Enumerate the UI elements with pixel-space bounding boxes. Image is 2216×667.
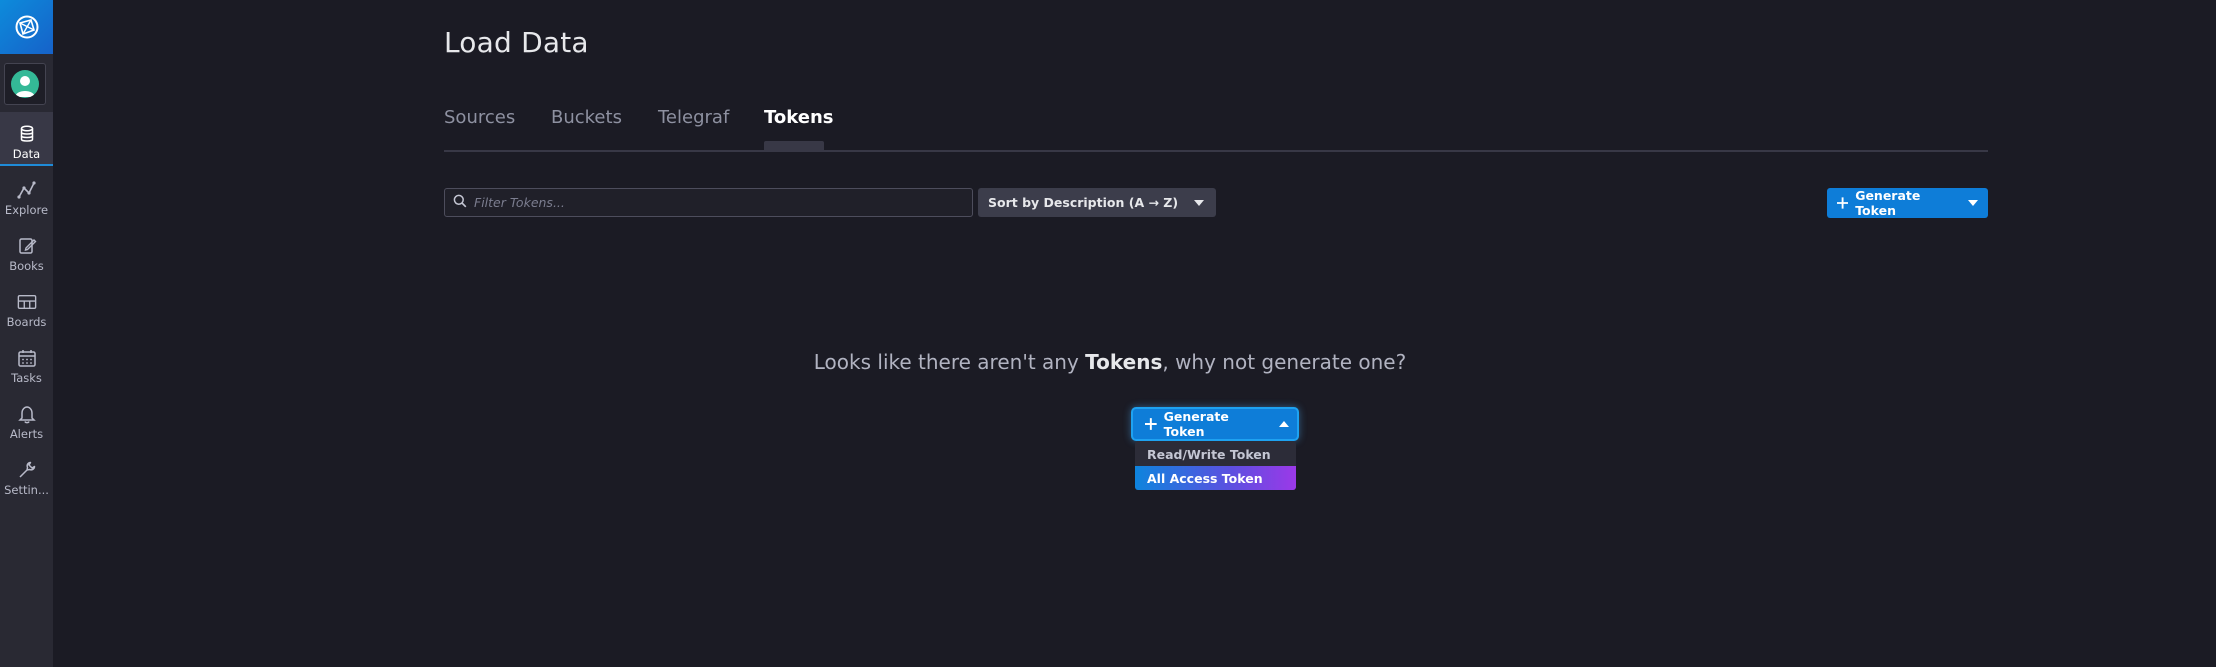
- filter-tokens-input[interactable]: [474, 195, 972, 210]
- tab-sources[interactable]: Sources: [444, 107, 515, 128]
- bell-icon: [17, 404, 37, 424]
- wrench-icon: [17, 460, 37, 480]
- influx-logo[interactable]: [0, 0, 53, 54]
- generate-token-button[interactable]: Generate Token: [1827, 188, 1988, 218]
- menu-item-all-access-token[interactable]: All Access Token: [1135, 466, 1296, 490]
- plus-icon: [1145, 418, 1157, 430]
- generate-token-menu: Read/Write Token All Access Token: [1135, 441, 1296, 490]
- user-icon: [15, 76, 35, 97]
- user-avatar-button[interactable]: [4, 63, 46, 105]
- empty-state-generate-caret[interactable]: [1271, 409, 1297, 439]
- filter-tokens-field[interactable]: [444, 188, 973, 217]
- empty-state-prefix: Looks like there aren't any: [813, 350, 1086, 374]
- caret-down-icon: [1968, 200, 1978, 206]
- empty-state-generate-label: Generate Token: [1163, 409, 1229, 439]
- generate-token-main[interactable]: Generate Token: [1827, 188, 1958, 218]
- empty-state-generate-main[interactable]: Generate Token: [1133, 409, 1271, 439]
- plus-icon: [1837, 197, 1849, 209]
- sort-dropdown[interactable]: Sort by Description (A → Z): [978, 188, 1216, 217]
- sidebar-item-settings[interactable]: Settin...: [0, 448, 53, 502]
- empty-state-suffix: , why not generate one?: [1162, 350, 1407, 374]
- generate-token-caret[interactable]: [1958, 188, 1988, 218]
- sidebar-item-label: Books: [9, 259, 44, 273]
- graph-icon: [16, 180, 37, 200]
- sidebar-item-books[interactable]: Books: [0, 224, 53, 278]
- active-tab-indicator: [764, 141, 824, 150]
- tab-bar: Sources Buckets Telegraf Tokens: [444, 104, 1988, 152]
- caret-down-icon: [1194, 199, 1204, 206]
- database-icon: [17, 124, 37, 144]
- menu-item-read-write-token[interactable]: Read/Write Token: [1135, 442, 1296, 466]
- generate-token-label: Generate Token: [1855, 188, 1921, 218]
- sidebar-item-explore[interactable]: Explore: [0, 168, 53, 222]
- sidebar-item-label: Alerts: [9, 427, 44, 441]
- empty-state-emphasis: Tokens: [1085, 350, 1163, 374]
- sort-dropdown-label: Sort by Description (A → Z): [988, 195, 1179, 210]
- caret-up-icon: [1279, 421, 1289, 427]
- dashboard-icon: [17, 292, 37, 312]
- sidebar-item-data[interactable]: Data: [0, 112, 53, 166]
- influx-logo-icon: [15, 15, 38, 39]
- sidebar-item-boards[interactable]: Boards: [0, 280, 53, 334]
- tab-buckets[interactable]: Buckets: [551, 107, 622, 128]
- tab-tokens[interactable]: Tokens: [764, 107, 833, 128]
- avatar: [11, 70, 39, 98]
- sidebar-item-label: Explore: [4, 203, 49, 217]
- tab-telegraf[interactable]: Telegraf: [658, 107, 729, 128]
- sidebar-item-label: Data: [12, 147, 41, 161]
- sidebar: Data Explore Books Boards Tasks Alerts S…: [0, 0, 53, 667]
- empty-state-message: Looks like there aren't any Tokens, why …: [0, 350, 2216, 374]
- empty-state-generate-token-button[interactable]: Generate Token: [1133, 409, 1297, 439]
- sidebar-item-alerts[interactable]: Alerts: [0, 392, 53, 446]
- page-title: Load Data: [444, 26, 589, 59]
- notebook-icon: [17, 236, 37, 256]
- sidebar-item-label: Boards: [6, 315, 47, 329]
- search-icon: [453, 193, 467, 212]
- sidebar-item-label: Settin...: [4, 483, 49, 497]
